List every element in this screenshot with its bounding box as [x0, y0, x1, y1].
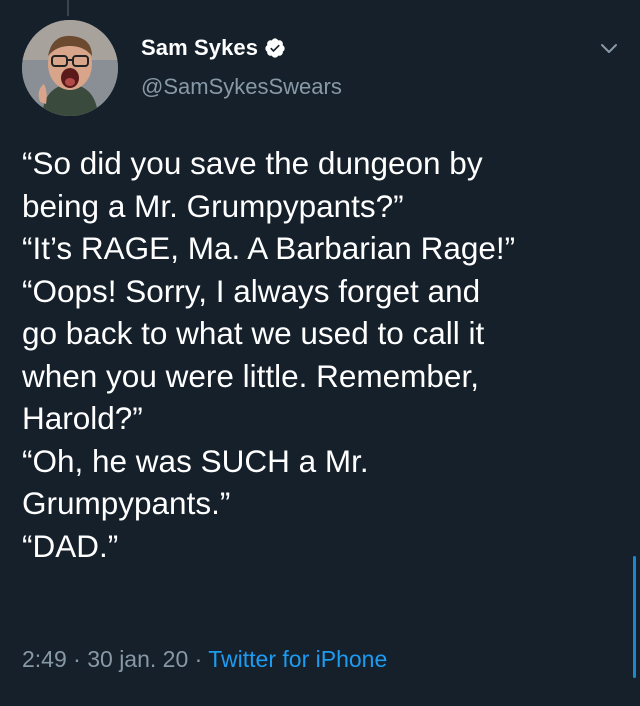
tweet-text-line: Harold?”: [22, 400, 143, 436]
tweet-metadata: 2:49 · 30 jan. 20 · Twitter for iPhone: [22, 646, 387, 673]
avatar[interactable]: [22, 20, 118, 116]
meta-separator: ·: [188, 646, 209, 672]
tweet-text-line: “Oh, he was SUCH a Mr.: [22, 442, 369, 479]
display-name-row: Sam Sykes: [141, 33, 342, 63]
thread-connector-line: [67, 0, 69, 16]
tweet-text-line: when you were little. Remember,: [22, 357, 479, 394]
tweet-text-line: being a Mr. Grumpypants?”: [22, 187, 404, 224]
chevron-down-icon[interactable]: [598, 38, 620, 60]
tweet-text-line: “Oops! Sorry, I always forget and: [22, 272, 481, 309]
meta-separator: ·: [66, 646, 88, 672]
tweet-source-link[interactable]: Twitter for iPhone: [208, 646, 387, 672]
tweet-text-line: “So did you save the dungeon by: [22, 145, 483, 181]
tweet-date[interactable]: 30 jan. 20: [87, 646, 188, 672]
tweet-text-line: go back to what we used to call it: [22, 315, 485, 351]
tweet-text-line: “DAD.”: [22, 527, 119, 564]
verified-badge-icon: [264, 37, 286, 59]
display-name[interactable]: Sam Sykes: [141, 35, 258, 61]
scrollbar[interactable]: [633, 556, 636, 678]
tweet-text-line: Grumpypants.”: [22, 485, 231, 521]
tweet-text-line: “It’s RAGE, Ma. A Barbarian Rage!”: [22, 230, 516, 266]
tweet-text: “So did you save the dungeon by being a …: [22, 142, 622, 567]
tweet-time[interactable]: 2:49: [22, 646, 67, 672]
tweet-header: Sam Sykes @SamSykesSwears: [22, 20, 620, 116]
user-handle[interactable]: @SamSykesSwears: [141, 74, 342, 100]
author-info: Sam Sykes @SamSykesSwears: [141, 33, 342, 100]
